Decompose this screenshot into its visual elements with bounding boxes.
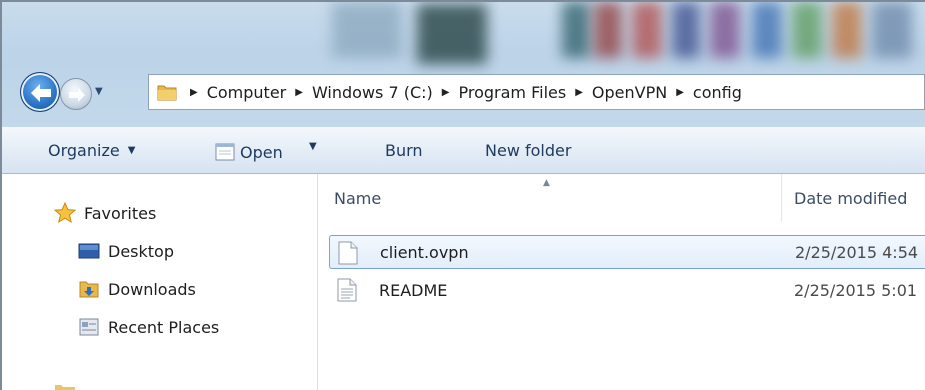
burn-button[interactable]: Burn	[385, 141, 423, 160]
back-arrow-icon	[31, 84, 51, 102]
new-folder-label: New folder	[485, 141, 572, 160]
navigation-row: ▼ ▶ Computer ▶ Windows 7 (C:) ▶ Program …	[20, 70, 925, 114]
column-header-name-label: Name	[334, 188, 382, 208]
sidebar-item-label: Downloads	[108, 279, 196, 299]
favorites-label: Favorites	[84, 203, 157, 223]
folder-icon	[55, 385, 75, 390]
navigation-pane: Favorites Desktop Downloads Recent Place…	[2, 174, 318, 390]
breadcrumb-chevron-icon[interactable]: ▶	[442, 87, 450, 98]
open-app-icon	[215, 143, 235, 161]
sidebar-item-recent-places[interactable]: Recent Places	[78, 316, 219, 338]
open-label: Open	[240, 142, 283, 162]
star-icon	[53, 201, 77, 224]
breadcrumb-computer[interactable]: Computer	[207, 83, 287, 102]
column-divider[interactable]	[781, 174, 782, 222]
chevron-down-icon: ▼	[309, 141, 317, 152]
breadcrumb-chevron-icon[interactable]: ▶	[295, 87, 303, 98]
open-with-dropdown[interactable]: ▼	[309, 141, 317, 152]
breadcrumb-chevron-icon[interactable]: ▶	[575, 87, 583, 98]
background-blur	[332, 2, 925, 64]
downloads-folder-icon	[78, 278, 100, 300]
burn-label: Burn	[385, 141, 423, 160]
recent-places-icon	[78, 316, 100, 338]
explorer-window: ▼ ▶ Computer ▶ Windows 7 (C:) ▶ Program …	[0, 0, 925, 390]
sidebar-item-desktop[interactable]: Desktop	[78, 240, 174, 262]
sidebar-item-downloads[interactable]: Downloads	[78, 278, 196, 300]
desktop-icon	[78, 240, 100, 262]
column-header-name[interactable]: Name	[334, 174, 774, 222]
table-row[interactable]: client.ovpn 2/25/2015 4:54	[329, 235, 925, 269]
text-file-icon	[337, 278, 357, 302]
breadcrumb-drive[interactable]: Windows 7 (C:)	[312, 83, 433, 102]
favorites-group[interactable]: Favorites	[53, 201, 157, 224]
column-header-date-label: Date modified	[794, 188, 908, 208]
address-bar[interactable]: ▶ Computer ▶ Windows 7 (C:) ▶ Program Fi…	[148, 74, 925, 110]
file-date-modified: 2/25/2015 4:54	[795, 242, 919, 262]
breadcrumb: ▶ Computer ▶ Windows 7 (C:) ▶ Program Fi…	[187, 83, 742, 102]
file-date-modified: 2/25/2015 5:01	[794, 280, 918, 300]
breadcrumb-config[interactable]: config	[693, 83, 742, 102]
breadcrumb-chevron-icon[interactable]: ▶	[190, 87, 198, 98]
folder-icon	[157, 83, 177, 101]
file-name: README	[379, 280, 448, 300]
command-bar: Organize ▼ Open ▼ Burn New folder	[2, 127, 925, 174]
new-folder-button[interactable]: New folder	[485, 141, 571, 160]
sort-ascending-icon: ▲	[543, 178, 550, 188]
forward-button[interactable]	[60, 78, 92, 110]
sidebar-item-label: Recent Places	[108, 317, 220, 337]
back-button[interactable]	[20, 72, 60, 112]
column-header-date-modified[interactable]: Date modified	[794, 174, 925, 222]
file-name: client.ovpn	[380, 242, 469, 262]
breadcrumb-chevron-icon[interactable]: ▶	[676, 87, 684, 98]
chevron-down-icon: ▼	[127, 145, 136, 156]
file-icon	[338, 241, 358, 265]
file-list: Name ▲ Date modified client.ovpn 2/25/20…	[319, 174, 925, 390]
organize-button[interactable]: Organize ▼	[48, 141, 135, 160]
sidebar-item-label: Desktop	[108, 241, 174, 261]
recent-pages-dropdown-icon[interactable]: ▼	[95, 86, 107, 98]
forward-arrow-icon	[69, 88, 85, 102]
breadcrumb-program-files[interactable]: Program Files	[458, 83, 566, 102]
table-row[interactable]: README 2/25/2015 5:01	[329, 273, 925, 307]
organize-label: Organize	[48, 141, 120, 160]
open-button[interactable]: Open	[214, 141, 283, 163]
breadcrumb-openvpn[interactable]: OpenVPN	[592, 83, 667, 102]
